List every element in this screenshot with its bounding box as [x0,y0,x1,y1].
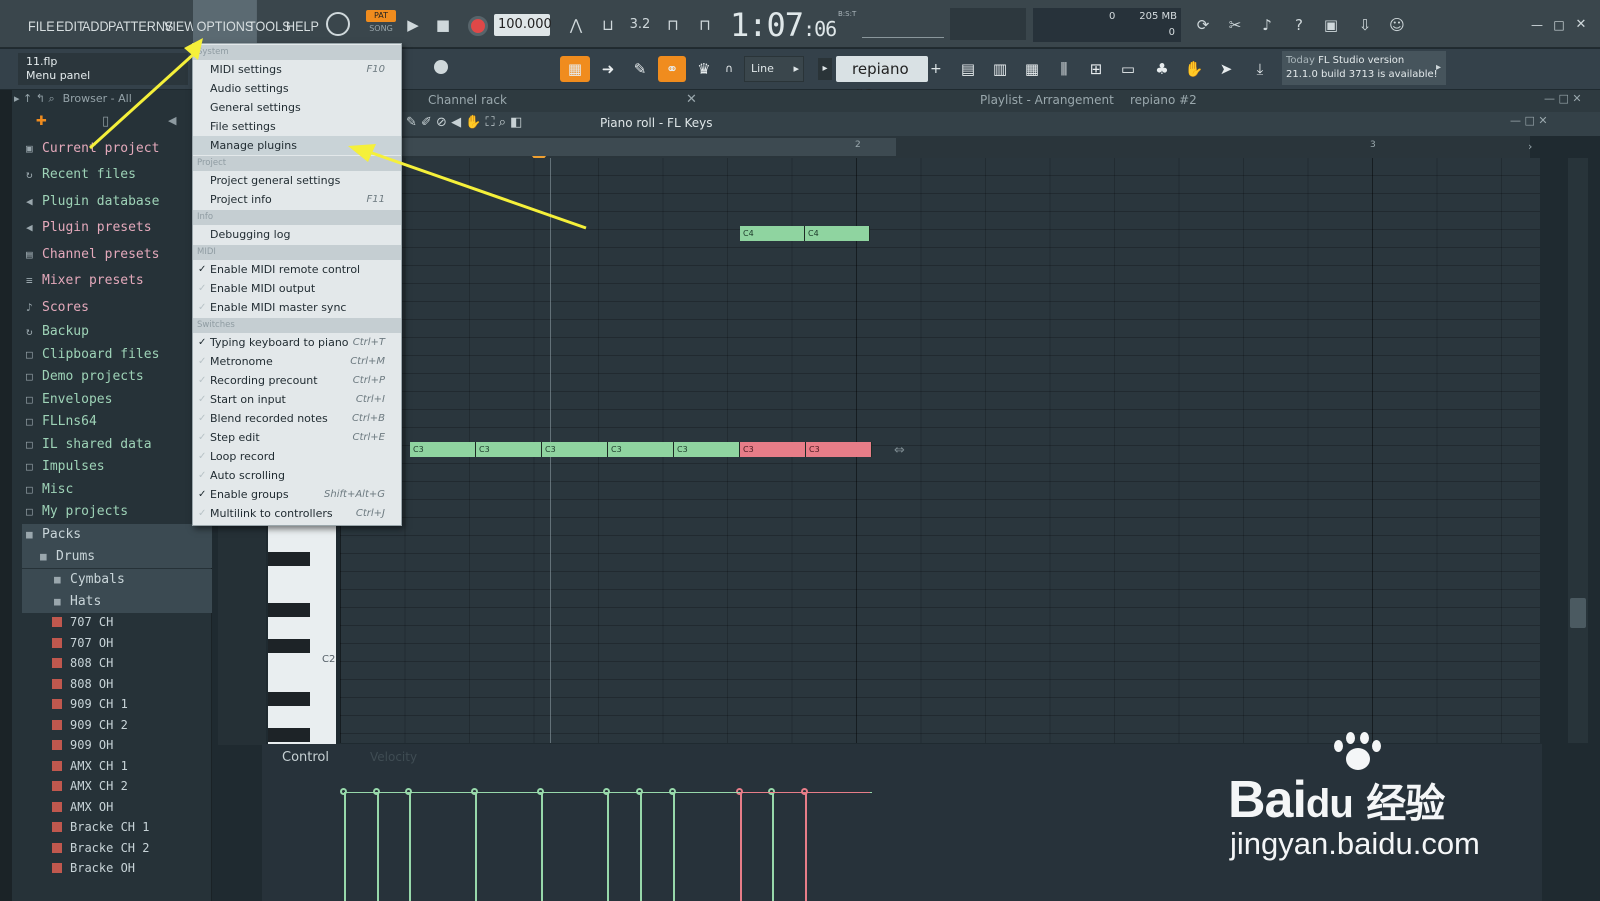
watermark-du: du [1305,782,1354,826]
watermark-bai: Bai [1228,771,1307,829]
watermark-brand: Baidu 经验 [1228,770,1445,830]
watermark-url: jingyan.baidu.com [1230,826,1480,861]
arrow-manage-plugins-icon [348,144,587,230]
paw-logo-icon [1332,732,1382,772]
arrow-options-icon [88,38,203,150]
watermark-cn: 经验 [1366,782,1445,826]
